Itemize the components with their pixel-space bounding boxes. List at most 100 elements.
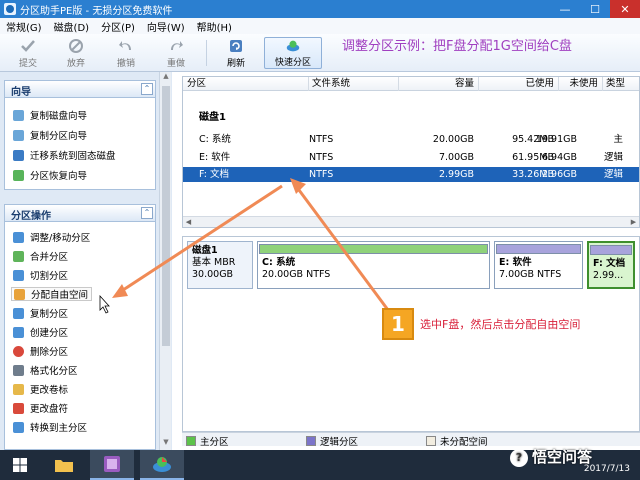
partition-fs: NTFS xyxy=(309,134,334,145)
refresh-button[interactable]: 刷新 xyxy=(216,37,256,69)
partition-free: 19.91GB xyxy=(535,134,577,145)
wizard-panel-header[interactable]: 向导 ⌃ xyxy=(4,80,156,98)
menu-disk[interactable]: 磁盘(D) xyxy=(48,19,96,34)
list-horizontal-scrollbar[interactable]: ◀ ▶ xyxy=(183,216,639,227)
watermark-logo-icon: ? xyxy=(510,448,528,467)
op-copy-partition[interactable]: 复制分区 xyxy=(13,306,68,320)
primary-swatch xyxy=(186,436,196,446)
op-item-label: 合并分区 xyxy=(30,252,69,263)
partition-capacity: 7.00GB xyxy=(438,152,474,163)
wizard-migrate-os-ssd[interactable]: 迁移系统到固态磁盘 xyxy=(13,148,116,162)
op-item-label: 格式化分区 xyxy=(30,366,78,377)
collapse-icon[interactable]: ⌃ xyxy=(141,207,153,219)
legend-label: 主分区 xyxy=(200,437,229,448)
partition-fs: NTFS xyxy=(309,152,334,163)
menu-wizard[interactable]: 向导(W) xyxy=(141,19,191,34)
taskbar-file-explorer[interactable] xyxy=(44,450,84,480)
op-change-drive-letter[interactable]: 更改盘符 xyxy=(13,401,68,415)
table-row[interactable]: E: 软件 NTFS 7.00GB 61.95MB 6.94GB 逻辑 xyxy=(183,150,639,165)
unallocated-swatch xyxy=(426,436,436,446)
col-type[interactable]: 类型 xyxy=(602,77,639,91)
menu-partition[interactable]: 分区(P) xyxy=(95,19,141,34)
folder-icon xyxy=(55,460,73,472)
redo-icon xyxy=(171,41,183,50)
partition-block-f-selected[interactable]: F: 文档 2.99... xyxy=(587,241,635,289)
op-convert-to-primary[interactable]: 转换到主分区 xyxy=(13,420,87,434)
ops-panel: 调整/移动分区 合并分区 切割分区 分配自由空间 复制分区 创建分区 删除分区 xyxy=(4,222,156,450)
taskbar-partition-assistant[interactable] xyxy=(140,450,184,480)
minimize-button[interactable]: — xyxy=(550,0,580,18)
partition-usage-bar xyxy=(259,244,488,254)
window-title: 分区助手PE版 - 无损分区免费软件 xyxy=(20,5,173,17)
table-row[interactable]: C: 系统 NTFS 20.00GB 95.42MB 19.91GB 主 xyxy=(183,132,639,147)
redo-button[interactable]: 重做 xyxy=(156,37,196,69)
quick-partition-button[interactable]: 快速分区 xyxy=(264,37,322,69)
col-used[interactable]: 已使用 xyxy=(478,77,558,91)
app-logo-icon xyxy=(4,3,16,15)
start-button[interactable] xyxy=(0,450,40,480)
title-bar: 分区助手PE版 - 无损分区免费软件 — ☐ ✕ xyxy=(0,0,640,18)
ops-panel-header[interactable]: 分区操作 ⌃ xyxy=(4,204,156,222)
app-icon xyxy=(104,456,120,472)
wizard-item-label: 迁移系统到固态磁盘 xyxy=(30,151,116,162)
col-filesystem[interactable]: 文件系统 xyxy=(308,77,398,91)
partition-free: 2.96GB xyxy=(541,169,577,180)
quick-partition-icon xyxy=(286,40,300,52)
scroll-down-icon[interactable]: ▼ xyxy=(160,438,172,450)
op-create-partition[interactable]: 创建分区 xyxy=(13,325,68,339)
scroll-right-icon[interactable]: ▶ xyxy=(628,217,639,227)
refresh-label: 刷新 xyxy=(226,59,245,69)
submit-label: 提交 xyxy=(18,59,37,69)
partition-block-c[interactable]: C: 系统 20.00GB NTFS xyxy=(257,241,490,289)
disk-type: 基本 MBR xyxy=(192,257,236,268)
op-item-label: 分配自由空间 xyxy=(31,290,89,301)
undo-button[interactable]: 撤销 xyxy=(106,37,146,69)
label-icon xyxy=(13,383,24,395)
scroll-up-icon[interactable]: ▲ xyxy=(160,72,172,84)
wizard-partition-recovery[interactable]: 分区恢复向导 xyxy=(13,168,87,182)
menu-general[interactable]: 常规(G) xyxy=(0,19,48,34)
submit-button[interactable]: 提交 xyxy=(8,37,48,69)
disk-info-box[interactable]: 磁盘1 基本 MBR 30.00GB xyxy=(187,241,253,289)
copy-icon xyxy=(13,307,24,319)
copy-partition-icon xyxy=(13,129,24,141)
scroll-left-icon[interactable]: ◀ xyxy=(183,217,194,227)
discard-button[interactable]: 放弃 xyxy=(56,37,96,69)
col-capacity[interactable]: 容量 xyxy=(398,77,478,91)
table-row-selected[interactable]: F: 文档 NTFS 2.99GB 33.26MB 2.96GB 逻辑 xyxy=(183,167,639,182)
left-sidebar: 向导 ⌃ 复制磁盘向导 复制分区向导 迁移系统到固态磁盘 分区恢复向导 分区操作… xyxy=(0,72,172,450)
col-free[interactable]: 未使用 xyxy=(558,77,602,91)
op-format-partition[interactable]: 格式化分区 xyxy=(13,363,78,377)
close-button[interactable]: ✕ xyxy=(610,0,640,18)
sidebar-scrollbar[interactable]: ▲ ▼ xyxy=(159,72,171,450)
tutorial-banner: 调整分区示例：把F盘分配1G空间给C盘 xyxy=(342,39,572,54)
windows-logo-icon xyxy=(13,458,27,472)
op-item-label: 切割分区 xyxy=(30,271,69,282)
scrollbar-thumb[interactable] xyxy=(162,86,170,346)
op-split[interactable]: 切割分区 xyxy=(13,268,68,282)
wizard-item-label: 复制磁盘向导 xyxy=(30,111,88,122)
op-allocate-free-space[interactable]: 分配自由空间 xyxy=(11,287,93,301)
partition-block-e[interactable]: E: 软件 7.00GB NTFS xyxy=(494,241,583,289)
col-partition[interactable]: 分区 xyxy=(187,77,206,91)
op-merge[interactable]: 合并分区 xyxy=(13,249,68,263)
collapse-icon[interactable]: ⌃ xyxy=(141,83,153,95)
partition-block-name: E: 软件 xyxy=(499,257,532,268)
maximize-button[interactable]: ☐ xyxy=(580,0,610,18)
op-resize-move[interactable]: 调整/移动分区 xyxy=(13,230,90,244)
op-item-label: 创建分区 xyxy=(30,328,69,339)
allocate-space-icon xyxy=(14,288,25,300)
partition-capacity: 2.99GB xyxy=(438,169,474,180)
step-badge: 1 xyxy=(382,308,414,340)
taskbar-app-1[interactable] xyxy=(90,450,134,480)
migrate-ssd-icon xyxy=(13,149,24,161)
op-change-label[interactable]: 更改卷标 xyxy=(13,382,68,396)
quick-partition-label: 快速分区 xyxy=(274,58,311,68)
wizard-copy-disk[interactable]: 复制磁盘向导 xyxy=(13,108,87,122)
step-instruction: 选中F盘，然后点击分配自由空间 xyxy=(420,318,581,331)
menu-help[interactable]: 帮助(H) xyxy=(191,19,238,34)
wizard-copy-partition[interactable]: 复制分区向导 xyxy=(13,128,87,142)
op-delete-partition[interactable]: 删除分区 xyxy=(13,344,68,358)
partition-type: 主 xyxy=(613,134,623,145)
partition-free: 6.94GB xyxy=(541,152,577,163)
